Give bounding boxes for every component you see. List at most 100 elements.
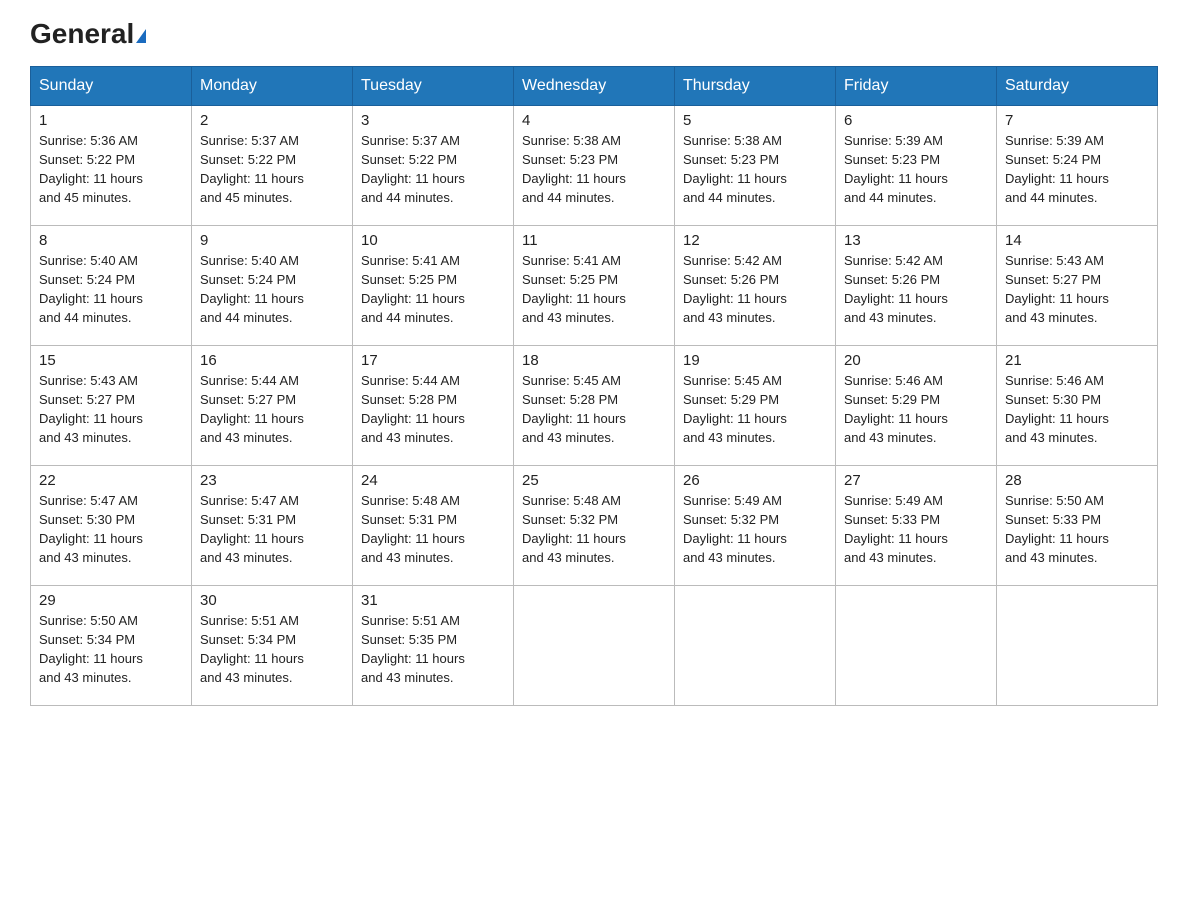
day-info: Sunrise: 5:39 AMSunset: 5:23 PMDaylight:… — [844, 132, 988, 207]
day-number: 8 — [39, 232, 183, 249]
calendar-cell: 21 Sunrise: 5:46 AMSunset: 5:30 PMDaylig… — [997, 346, 1158, 466]
calendar-cell: 25 Sunrise: 5:48 AMSunset: 5:32 PMDaylig… — [514, 466, 675, 586]
day-info: Sunrise: 5:50 AMSunset: 5:33 PMDaylight:… — [1005, 492, 1149, 567]
day-info: Sunrise: 5:46 AMSunset: 5:30 PMDaylight:… — [1005, 372, 1149, 447]
calendar-row-1: 1 Sunrise: 5:36 AMSunset: 5:22 PMDayligh… — [31, 106, 1158, 226]
day-number: 28 — [1005, 472, 1149, 489]
day-number: 22 — [39, 472, 183, 489]
day-info: Sunrise: 5:48 AMSunset: 5:31 PMDaylight:… — [361, 492, 505, 567]
calendar-row-2: 8 Sunrise: 5:40 AMSunset: 5:24 PMDayligh… — [31, 226, 1158, 346]
day-info: Sunrise: 5:45 AMSunset: 5:28 PMDaylight:… — [522, 372, 666, 447]
day-number: 21 — [1005, 352, 1149, 369]
calendar-cell: 4 Sunrise: 5:38 AMSunset: 5:23 PMDayligh… — [514, 106, 675, 226]
header-cell-friday: Friday — [836, 67, 997, 106]
calendar-cell — [836, 586, 997, 706]
header-cell-thursday: Thursday — [675, 67, 836, 106]
day-number: 6 — [844, 112, 988, 129]
calendar-cell: 26 Sunrise: 5:49 AMSunset: 5:32 PMDaylig… — [675, 466, 836, 586]
calendar-cell: 6 Sunrise: 5:39 AMSunset: 5:23 PMDayligh… — [836, 106, 997, 226]
day-number: 1 — [39, 112, 183, 129]
day-info: Sunrise: 5:48 AMSunset: 5:32 PMDaylight:… — [522, 492, 666, 567]
page-header: General — [30, 20, 1158, 48]
calendar-body: 1 Sunrise: 5:36 AMSunset: 5:22 PMDayligh… — [31, 106, 1158, 706]
calendar-cell: 14 Sunrise: 5:43 AMSunset: 5:27 PMDaylig… — [997, 226, 1158, 346]
header-cell-saturday: Saturday — [997, 67, 1158, 106]
day-info: Sunrise: 5:39 AMSunset: 5:24 PMDaylight:… — [1005, 132, 1149, 207]
logo-area: General — [30, 20, 146, 48]
calendar-cell: 22 Sunrise: 5:47 AMSunset: 5:30 PMDaylig… — [31, 466, 192, 586]
calendar-cell: 13 Sunrise: 5:42 AMSunset: 5:26 PMDaylig… — [836, 226, 997, 346]
day-info: Sunrise: 5:36 AMSunset: 5:22 PMDaylight:… — [39, 132, 183, 207]
day-number: 5 — [683, 112, 827, 129]
calendar-cell: 12 Sunrise: 5:42 AMSunset: 5:26 PMDaylig… — [675, 226, 836, 346]
logo-text: General — [30, 18, 146, 49]
day-info: Sunrise: 5:51 AMSunset: 5:35 PMDaylight:… — [361, 612, 505, 687]
day-number: 13 — [844, 232, 988, 249]
calendar-cell: 10 Sunrise: 5:41 AMSunset: 5:25 PMDaylig… — [353, 226, 514, 346]
calendar-cell: 3 Sunrise: 5:37 AMSunset: 5:22 PMDayligh… — [353, 106, 514, 226]
day-info: Sunrise: 5:40 AMSunset: 5:24 PMDaylight:… — [39, 252, 183, 327]
day-info: Sunrise: 5:44 AMSunset: 5:28 PMDaylight:… — [361, 372, 505, 447]
day-number: 27 — [844, 472, 988, 489]
calendar-cell: 16 Sunrise: 5:44 AMSunset: 5:27 PMDaylig… — [192, 346, 353, 466]
day-info: Sunrise: 5:38 AMSunset: 5:23 PMDaylight:… — [522, 132, 666, 207]
day-info: Sunrise: 5:37 AMSunset: 5:22 PMDaylight:… — [361, 132, 505, 207]
calendar-header: SundayMondayTuesdayWednesdayThursdayFrid… — [31, 67, 1158, 106]
day-number: 20 — [844, 352, 988, 369]
calendar-cell: 23 Sunrise: 5:47 AMSunset: 5:31 PMDaylig… — [192, 466, 353, 586]
day-info: Sunrise: 5:42 AMSunset: 5:26 PMDaylight:… — [683, 252, 827, 327]
calendar-cell: 2 Sunrise: 5:37 AMSunset: 5:22 PMDayligh… — [192, 106, 353, 226]
header-cell-tuesday: Tuesday — [353, 67, 514, 106]
day-number: 7 — [1005, 112, 1149, 129]
day-info: Sunrise: 5:51 AMSunset: 5:34 PMDaylight:… — [200, 612, 344, 687]
calendar-cell: 20 Sunrise: 5:46 AMSunset: 5:29 PMDaylig… — [836, 346, 997, 466]
day-number: 31 — [361, 592, 505, 609]
day-info: Sunrise: 5:46 AMSunset: 5:29 PMDaylight:… — [844, 372, 988, 447]
calendar-cell: 24 Sunrise: 5:48 AMSunset: 5:31 PMDaylig… — [353, 466, 514, 586]
day-number: 19 — [683, 352, 827, 369]
day-number: 16 — [200, 352, 344, 369]
day-number: 12 — [683, 232, 827, 249]
logo: General — [30, 20, 146, 48]
calendar-cell: 30 Sunrise: 5:51 AMSunset: 5:34 PMDaylig… — [192, 586, 353, 706]
day-info: Sunrise: 5:45 AMSunset: 5:29 PMDaylight:… — [683, 372, 827, 447]
calendar-row-5: 29 Sunrise: 5:50 AMSunset: 5:34 PMDaylig… — [31, 586, 1158, 706]
day-info: Sunrise: 5:40 AMSunset: 5:24 PMDaylight:… — [200, 252, 344, 327]
day-info: Sunrise: 5:49 AMSunset: 5:32 PMDaylight:… — [683, 492, 827, 567]
calendar-cell: 7 Sunrise: 5:39 AMSunset: 5:24 PMDayligh… — [997, 106, 1158, 226]
calendar-cell: 9 Sunrise: 5:40 AMSunset: 5:24 PMDayligh… — [192, 226, 353, 346]
calendar-cell: 5 Sunrise: 5:38 AMSunset: 5:23 PMDayligh… — [675, 106, 836, 226]
calendar-cell: 18 Sunrise: 5:45 AMSunset: 5:28 PMDaylig… — [514, 346, 675, 466]
day-number: 30 — [200, 592, 344, 609]
calendar-cell — [514, 586, 675, 706]
calendar-table: SundayMondayTuesdayWednesdayThursdayFrid… — [30, 66, 1158, 706]
day-info: Sunrise: 5:50 AMSunset: 5:34 PMDaylight:… — [39, 612, 183, 687]
day-info: Sunrise: 5:42 AMSunset: 5:26 PMDaylight:… — [844, 252, 988, 327]
day-info: Sunrise: 5:37 AMSunset: 5:22 PMDaylight:… — [200, 132, 344, 207]
calendar-cell: 31 Sunrise: 5:51 AMSunset: 5:35 PMDaylig… — [353, 586, 514, 706]
day-info: Sunrise: 5:49 AMSunset: 5:33 PMDaylight:… — [844, 492, 988, 567]
calendar-cell — [675, 586, 836, 706]
day-info: Sunrise: 5:43 AMSunset: 5:27 PMDaylight:… — [1005, 252, 1149, 327]
day-number: 9 — [200, 232, 344, 249]
header-cell-sunday: Sunday — [31, 67, 192, 106]
calendar-cell: 28 Sunrise: 5:50 AMSunset: 5:33 PMDaylig… — [997, 466, 1158, 586]
day-number: 24 — [361, 472, 505, 489]
day-number: 18 — [522, 352, 666, 369]
header-row: SundayMondayTuesdayWednesdayThursdayFrid… — [31, 67, 1158, 106]
day-number: 3 — [361, 112, 505, 129]
calendar-cell: 1 Sunrise: 5:36 AMSunset: 5:22 PMDayligh… — [31, 106, 192, 226]
calendar-row-4: 22 Sunrise: 5:47 AMSunset: 5:30 PMDaylig… — [31, 466, 1158, 586]
day-number: 2 — [200, 112, 344, 129]
header-cell-monday: Monday — [192, 67, 353, 106]
day-number: 4 — [522, 112, 666, 129]
day-number: 15 — [39, 352, 183, 369]
day-info: Sunrise: 5:44 AMSunset: 5:27 PMDaylight:… — [200, 372, 344, 447]
logo-triangle-icon — [136, 29, 146, 43]
calendar-cell: 29 Sunrise: 5:50 AMSunset: 5:34 PMDaylig… — [31, 586, 192, 706]
day-number: 25 — [522, 472, 666, 489]
day-number: 26 — [683, 472, 827, 489]
calendar-cell: 17 Sunrise: 5:44 AMSunset: 5:28 PMDaylig… — [353, 346, 514, 466]
day-info: Sunrise: 5:43 AMSunset: 5:27 PMDaylight:… — [39, 372, 183, 447]
day-number: 29 — [39, 592, 183, 609]
